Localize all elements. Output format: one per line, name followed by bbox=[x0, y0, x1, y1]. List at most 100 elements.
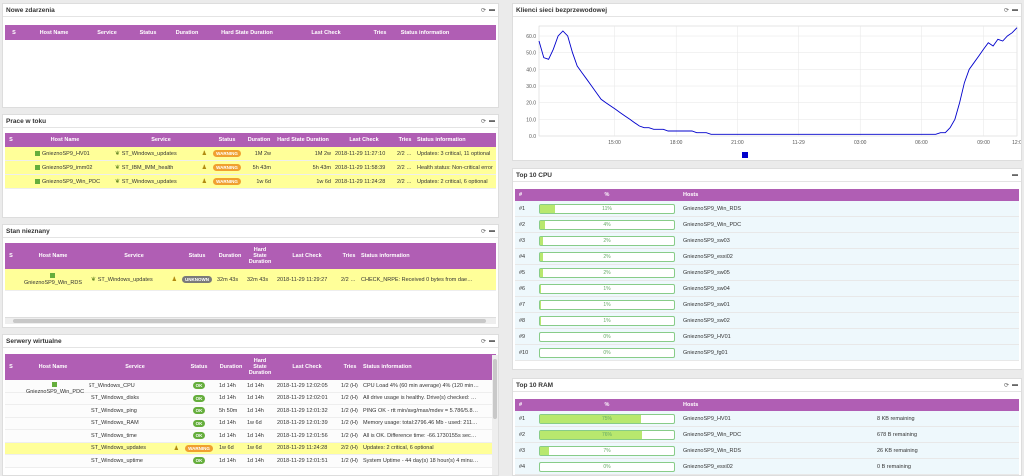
table-row[interactable]: ST_Windows_ping OK 5h 50m 1d 14h 2018-11-29 … bbox=[5, 405, 496, 418]
col-service[interactable]: Service bbox=[113, 137, 209, 143]
service-cell[interactable]: ST_Windows_disks bbox=[89, 395, 181, 401]
col-host[interactable]: Host Name bbox=[23, 30, 85, 36]
host-cell[interactable]: GnieznoSP9_HV01 bbox=[677, 416, 877, 422]
service-cell[interactable]: ❦ ST_Windows_updates ♟ bbox=[89, 276, 179, 283]
horizontal-scrollbar[interactable] bbox=[5, 317, 496, 324]
host-name[interactable]: GnieznoSP9_Win_PDC bbox=[26, 389, 84, 395]
host-cell[interactable]: GnieznoSP9_sw03 bbox=[677, 238, 877, 244]
col-pct[interactable]: % bbox=[537, 192, 677, 198]
table-row[interactable]: GnieznoSP9_Win_RDS ❦ ST_Windows_updates ♟ U… bbox=[5, 269, 496, 291]
top-row[interactable]: #4 2% GnieznoSP9_esxi02 bbox=[515, 249, 1019, 265]
service-name[interactable]: ST_Windows_ping bbox=[91, 408, 137, 414]
scrollbar-thumb[interactable] bbox=[13, 319, 486, 323]
col-tries[interactable]: Tries bbox=[339, 364, 361, 370]
col-service[interactable]: Service bbox=[89, 364, 181, 370]
top-row[interactable]: #4 0% GnieznoSP9_esxi02 0 B remaining bbox=[515, 459, 1019, 475]
host-cell[interactable]: GnieznoSP9_HV01 bbox=[17, 151, 113, 157]
col-service[interactable]: Service bbox=[89, 253, 179, 259]
host-cell[interactable]: GnieznoSP9_imm02 bbox=[17, 165, 113, 171]
col-info[interactable]: Status information bbox=[395, 30, 455, 36]
top-row[interactable]: #2 76% GnieznoSP9_Win_PDC 678 B remaining bbox=[515, 427, 1019, 443]
service-cell[interactable]: ST_Windows_time bbox=[89, 433, 181, 439]
minimize-icon[interactable]: ▬ bbox=[489, 338, 495, 344]
top-row[interactable]: #8 1% GnieznoSP9_sw02 bbox=[515, 313, 1019, 329]
col-status[interactable]: Status bbox=[129, 30, 167, 36]
host-cell[interactable]: GnieznoSP9_Win_RDS bbox=[17, 272, 89, 287]
host-cell[interactable]: GnieznoSP9_sw05 bbox=[677, 270, 877, 276]
service-name[interactable]: ST_Windows_RAM bbox=[91, 420, 139, 426]
host-cell[interactable]: GnieznoSP9_Win_PDC bbox=[677, 432, 877, 438]
col-duration[interactable]: Duration bbox=[245, 137, 273, 143]
service-cell[interactable]: ST_Windows_ping bbox=[89, 408, 181, 414]
col-hosts[interactable]: Hosts bbox=[677, 402, 877, 408]
host-cell[interactable]: GnieznoSP9_sw04 bbox=[677, 286, 877, 292]
col-status[interactable]: Status bbox=[209, 137, 245, 143]
top-row[interactable]: #1 11% GnieznoSP9_Win_RDS bbox=[515, 201, 1019, 217]
col-status[interactable]: Status bbox=[179, 253, 215, 259]
service-name[interactable]: ST_Windows_uptime bbox=[91, 458, 143, 464]
table-row[interactable]: ST_Windows_RAM OK 1d 14h 1w 6d 2018-11-29 12… bbox=[5, 417, 496, 430]
col-info[interactable]: Status information bbox=[361, 364, 441, 370]
col-check[interactable]: Last Check bbox=[275, 364, 339, 370]
table-row[interactable]: ST_Windows_updates ♟ WARNING 1w 6d 1w 6d 2018… bbox=[5, 442, 496, 455]
vertical-scrollbar[interactable] bbox=[492, 355, 498, 475]
top-row[interactable]: #5 2% GnieznoSP9_sw05 bbox=[515, 265, 1019, 281]
col-host[interactable]: Host Name bbox=[17, 137, 113, 143]
host-cell[interactable]: GnieznoSP9_Win_PDC bbox=[677, 222, 877, 228]
col-hard[interactable]: Hard State Duration bbox=[273, 137, 333, 143]
col-hard[interactable]: Hard State Duration bbox=[245, 358, 275, 376]
col-hard[interactable]: Hard State Duration bbox=[207, 30, 287, 36]
table-row[interactable]: GnieznoSP9_imm02 ❦ ST_IBM_IMM_health ♟ WARN… bbox=[5, 161, 496, 175]
col-hard[interactable]: Hard State Duration bbox=[245, 247, 275, 265]
service-name[interactable]: ST_Windows_CPU bbox=[89, 383, 135, 389]
refresh-icon[interactable]: ⟳ bbox=[481, 7, 486, 14]
minimize-icon[interactable]: ▬ bbox=[489, 7, 495, 13]
top-row[interactable]: #2 4% GnieznoSP9_Win_PDC bbox=[515, 217, 1019, 233]
col-info[interactable]: Status information bbox=[415, 137, 495, 143]
table-row[interactable]: GnieznoSP9_Win_PDC ❦ ST_Windows_updates ♟ W… bbox=[5, 175, 496, 189]
minimize-icon[interactable]: ▬ bbox=[1012, 172, 1018, 178]
top-row[interactable]: #6 1% GnieznoSP9_sw04 bbox=[515, 281, 1019, 297]
host-name[interactable]: GnieznoSP9_Win_RDS bbox=[24, 280, 82, 286]
host-cell[interactable]: GnieznoSP9_Win_PDC bbox=[17, 179, 113, 185]
host-cell[interactable]: GnieznoSP9_esxi02 bbox=[677, 464, 877, 470]
service-name[interactable]: ST_Windows_time bbox=[91, 433, 137, 439]
service-name[interactable]: ST_Windows_updates bbox=[122, 151, 177, 157]
col-rank[interactable]: # bbox=[515, 192, 537, 198]
top-row[interactable]: #1 75% GnieznoSP9_HV01 8 KB remaining bbox=[515, 411, 1019, 427]
host-cell[interactable]: GnieznoSP9_Win_RDS bbox=[677, 206, 877, 212]
col-s[interactable]: S bbox=[5, 364, 17, 370]
host-name[interactable]: GnieznoSP9_Win_PDC bbox=[42, 179, 100, 185]
host-cell[interactable]: GnieznoSP9_sw02 bbox=[677, 318, 877, 324]
col-s[interactable]: S bbox=[5, 137, 17, 143]
service-cell[interactable]: ❦ ST_Windows_CPU bbox=[89, 382, 181, 389]
table-row[interactable]: GnieznoSP9_HV01 ❦ ST_Windows_updates ♟ WARN… bbox=[5, 147, 496, 161]
service-cell[interactable]: ❦ ST_Windows_updates ♟ bbox=[113, 150, 209, 157]
host-cell[interactable]: GnieznoSP9_Win_RDS bbox=[677, 448, 877, 454]
refresh-icon[interactable]: ⟳ bbox=[1004, 7, 1009, 14]
refresh-icon[interactable]: ⟳ bbox=[1004, 382, 1009, 389]
col-service[interactable]: Service bbox=[85, 30, 129, 36]
refresh-icon[interactable]: ⟳ bbox=[481, 118, 486, 125]
col-s[interactable]: S bbox=[5, 30, 23, 36]
service-name[interactable]: ST_Windows_updates bbox=[122, 179, 177, 185]
top-row[interactable]: #7 1% GnieznoSP9_sw01 bbox=[515, 297, 1019, 313]
service-cell[interactable]: ST_Windows_RAM bbox=[89, 420, 181, 426]
refresh-icon[interactable]: ⟳ bbox=[481, 338, 486, 345]
col-duration[interactable]: Duration bbox=[217, 364, 245, 370]
col-check[interactable]: Last Check bbox=[275, 253, 339, 259]
col-duration[interactable]: Duration bbox=[167, 30, 207, 36]
col-check[interactable]: Last Check bbox=[287, 30, 365, 36]
col-hosts[interactable]: Hosts bbox=[677, 192, 877, 198]
top-row[interactable]: #9 0% GnieznoSP9_HV01 bbox=[515, 329, 1019, 345]
host-cell[interactable]: GnieznoSP9_sw01 bbox=[677, 302, 877, 308]
host-cell[interactable]: GnieznoSP9_esxi02 bbox=[677, 254, 877, 260]
scrollbar-thumb[interactable] bbox=[493, 359, 497, 419]
minimize-icon[interactable]: ▬ bbox=[1012, 7, 1018, 13]
host-name[interactable]: GnieznoSP9_HV01 bbox=[42, 151, 90, 157]
col-s[interactable]: S bbox=[5, 253, 17, 259]
minimize-icon[interactable]: ▬ bbox=[489, 118, 495, 124]
minimize-icon[interactable]: ▬ bbox=[489, 228, 495, 234]
service-cell[interactable]: ST_Windows_updates ♟ bbox=[89, 445, 181, 452]
refresh-icon[interactable]: ⟳ bbox=[481, 228, 486, 235]
